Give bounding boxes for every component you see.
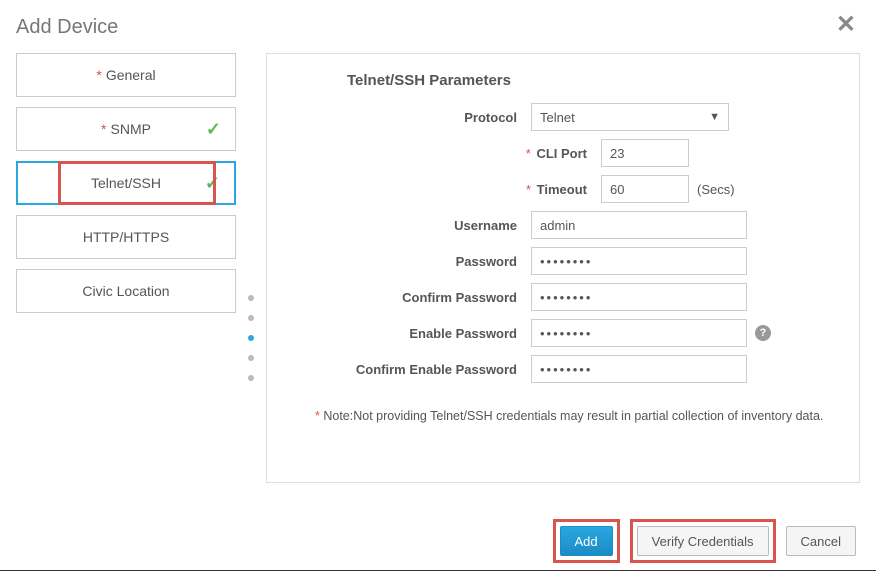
check-icon: ✓ — [206, 119, 221, 140]
progress-dot — [248, 315, 254, 321]
verify-credentials-button[interactable]: Verify Credentials — [637, 526, 769, 556]
label-confirm-enable-password: Confirm Enable Password — [291, 362, 531, 377]
enable-password-input[interactable] — [531, 319, 747, 347]
label-timeout: * Timeout — [291, 182, 601, 197]
help-icon[interactable]: ? — [755, 325, 771, 341]
step-label: HTTP/HTTPS — [83, 229, 169, 245]
dialog-title: Add Device — [0, 0, 876, 39]
step-general[interactable]: * General — [16, 53, 236, 97]
add-button[interactable]: Add — [560, 526, 613, 556]
progress-dot — [248, 375, 254, 381]
step-civic-location[interactable]: Civic Location — [16, 269, 236, 313]
annotation-highlight: Verify Credentials — [630, 519, 776, 563]
select-value: Telnet — [540, 110, 575, 125]
dialog-footer: Add Verify Credentials Cancel — [553, 519, 857, 563]
step-label: Telnet/SSH — [91, 175, 161, 191]
step-telnet-ssh[interactable]: Telnet/SSH ✓ — [16, 161, 236, 205]
password-input[interactable] — [531, 247, 747, 275]
label-enable-password: Enable Password — [291, 326, 531, 341]
username-input[interactable] — [531, 211, 747, 239]
step-label: General — [106, 67, 156, 83]
step-label: Civic Location — [82, 283, 169, 299]
timeout-suffix: (Secs) — [697, 182, 735, 197]
label-confirm-password: Confirm Password — [291, 290, 531, 305]
check-icon: ✓ — [205, 173, 220, 194]
confirm-enable-password-input[interactable] — [531, 355, 747, 383]
label-cli-port: * CLI Port — [291, 146, 601, 161]
step-label: SNMP — [111, 121, 151, 137]
progress-dot — [248, 355, 254, 361]
cancel-button[interactable]: Cancel — [786, 526, 856, 556]
progress-dot — [248, 335, 254, 341]
footer-note: * Note:Not providing Telnet/SSH credenti… — [315, 409, 835, 423]
progress-dot — [248, 295, 254, 301]
label-password: Password — [291, 254, 531, 269]
protocol-select[interactable]: Telnet ▼ — [531, 103, 729, 131]
bottom-divider — [0, 570, 876, 571]
required-marker: * — [101, 121, 106, 137]
timeout-input[interactable] — [601, 175, 689, 203]
panel-title: Telnet/SSH Parameters — [347, 72, 835, 89]
cli-port-input[interactable] — [601, 139, 689, 167]
step-http-https[interactable]: HTTP/HTTPS — [16, 215, 236, 259]
label-protocol: Protocol — [291, 110, 531, 125]
required-marker: * — [96, 67, 101, 83]
close-icon[interactable]: ✕ — [836, 10, 856, 39]
step-sidebar: * General * SNMP ✓ Telnet/SSH ✓ HTTP/HTT… — [16, 53, 236, 483]
annotation-highlight: Add — [553, 519, 620, 563]
step-snmp[interactable]: * SNMP ✓ — [16, 107, 236, 151]
step-progress-dots — [248, 53, 254, 483]
chevron-down-icon: ▼ — [709, 111, 720, 123]
confirm-password-input[interactable] — [531, 283, 747, 311]
label-username: Username — [291, 218, 531, 233]
form-panel: Telnet/SSH Parameters Protocol Telnet ▼ … — [266, 53, 860, 483]
